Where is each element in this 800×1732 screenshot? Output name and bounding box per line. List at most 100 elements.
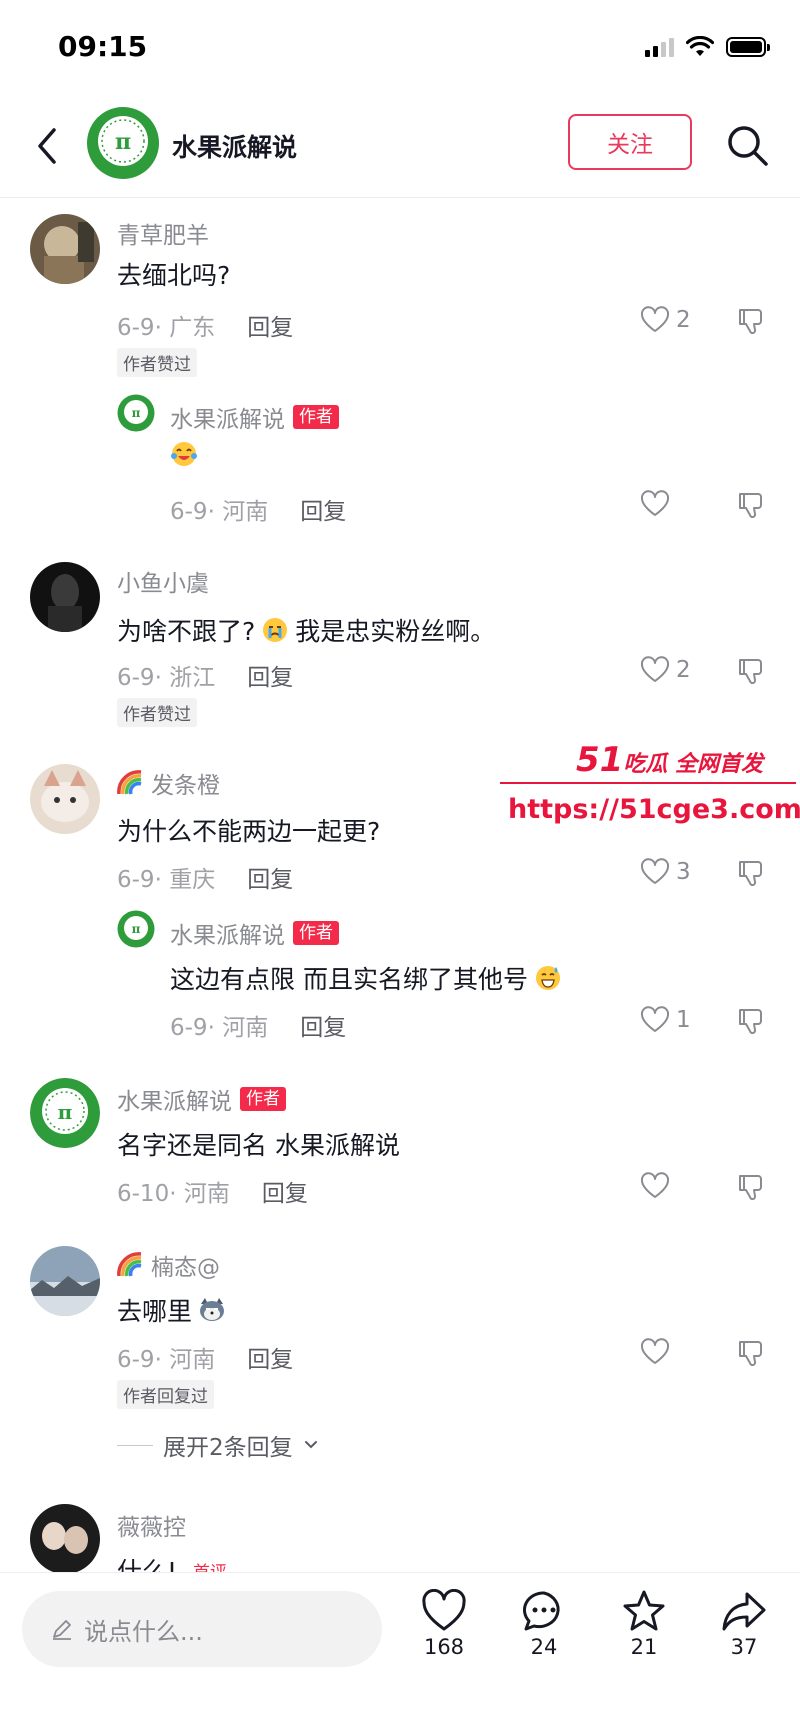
heart-icon (422, 1589, 466, 1631)
comment-meta: 6-9· 广东 回复 (117, 315, 294, 341)
comment-meta: 6-9· 重庆 回复 (117, 867, 294, 893)
channel-title: 水果派解说 (172, 133, 298, 162)
comment-author[interactable]: 发条橙 (117, 766, 220, 800)
comment-meta: 6-9· 河南 回复 (117, 1347, 294, 1373)
heart-icon (640, 1006, 670, 1032)
wifi-icon (686, 36, 714, 56)
heart-icon (640, 858, 670, 884)
star-icon (623, 1590, 665, 1631)
reply-button[interactable]: 回复 (262, 1181, 308, 1207)
dislike-icon[interactable] (736, 490, 766, 520)
crying-emoji (263, 618, 288, 642)
avatar[interactable]: π (30, 1078, 100, 1148)
avatar[interactable] (30, 1504, 100, 1574)
comment-input[interactable]: 说点什么... (22, 1591, 382, 1667)
comment-text: 为啥不跟了? 我是忠实粉丝啊。 (117, 617, 496, 646)
like-button[interactable]: 3 (640, 858, 691, 886)
dislike-icon[interactable] (736, 858, 766, 888)
comment-text: 为什么不能两边一起更? (117, 817, 381, 846)
svg-text:π: π (115, 129, 131, 155)
avatar[interactable] (30, 562, 100, 632)
share-action[interactable]: 37 (709, 1589, 779, 1659)
comment-author[interactable]: 水果派解说 作者 (117, 1082, 286, 1116)
comment-action[interactable]: 24 (509, 1589, 579, 1659)
comment-text: 去哪里 (117, 1292, 226, 1328)
reply-meta: 6-9· 河南 回复 (170, 1015, 347, 1041)
comment-author[interactable]: 青草肥羊 (117, 216, 209, 250)
comment-text: 名字还是同名 水果派解说 (117, 1131, 400, 1160)
like-action[interactable]: 168 (409, 1589, 479, 1659)
reply-text (170, 440, 198, 468)
like-button[interactable]: 2 (640, 306, 691, 334)
dislike-icon[interactable] (736, 306, 766, 336)
favorite-action[interactable]: 21 (609, 1589, 679, 1659)
reply-author[interactable]: 水果派解说 作者 (170, 400, 339, 434)
like-button[interactable] (640, 1338, 670, 1366)
reply-author[interactable]: 水果派解说 作者 (170, 916, 339, 950)
status-time: 09:15 (58, 30, 148, 63)
comment-meta: 6-10· 河南 回复 (117, 1181, 308, 1207)
heart-icon (640, 306, 670, 332)
avatar[interactable] (30, 214, 100, 284)
reply-button[interactable]: 回复 (247, 665, 293, 691)
reply-button[interactable]: 回复 (247, 315, 293, 341)
author-liked-badge: 作者赞过 (117, 348, 197, 377)
comment-text: 去缅北吗? (117, 261, 231, 290)
reply-avatar[interactable]: π (117, 394, 155, 432)
rainbow-emoji (117, 1252, 142, 1277)
bottom-bar: 说点什么... 168 24 21 37 (0, 1572, 800, 1732)
like-button[interactable] (640, 1172, 670, 1200)
avatar[interactable] (30, 764, 100, 834)
signal-icon (645, 37, 674, 57)
author-tag: 作者 (293, 405, 339, 429)
comment-bubble-icon (522, 1591, 560, 1631)
reply-avatar[interactable]: π (117, 910, 155, 948)
author-liked-badge: 作者赞过 (117, 698, 197, 727)
follow-button[interactable]: 关注 (568, 114, 692, 170)
watermark: 51吃瓜 全网首发 https://51cge3.com (500, 740, 800, 840)
search-icon[interactable] (724, 122, 770, 168)
dislike-icon[interactable] (736, 1006, 766, 1036)
heart-icon (640, 656, 670, 682)
heart-icon (640, 1172, 670, 1198)
dislike-icon[interactable] (736, 656, 766, 686)
reply-text: 这边有点限 而且实名绑了其他号 (170, 960, 562, 996)
author-replied-badge: 作者回复过 (117, 1380, 214, 1409)
svg-text:π: π (132, 406, 141, 420)
back-icon[interactable] (28, 122, 68, 170)
status-icons (645, 36, 770, 58)
divider (117, 1444, 153, 1446)
status-bar: 09:15 (0, 0, 800, 100)
reply-button[interactable]: 回复 (247, 1347, 293, 1373)
comment-author[interactable]: 小鱼小虞 (117, 564, 209, 598)
battery-icon (726, 37, 770, 57)
like-button[interactable]: 2 (640, 656, 691, 684)
reply-button[interactable]: 回复 (300, 1015, 346, 1041)
watermark-title: 51吃瓜 全网首发 (576, 740, 763, 780)
dislike-icon[interactable] (736, 1338, 766, 1368)
like-button[interactable]: 1 (640, 1006, 691, 1034)
reply-button[interactable]: 回复 (247, 867, 293, 893)
reply-button[interactable]: 回复 (300, 499, 346, 525)
svg-text:π: π (132, 922, 141, 936)
comment-author[interactable]: 薇薇控 (117, 1508, 186, 1542)
chevron-down-icon (304, 1441, 317, 1449)
comment-meta: 6-9· 浙江 回复 (117, 665, 294, 691)
rainbow-emoji (117, 770, 142, 795)
pencil-icon (53, 1620, 71, 1640)
grinning-sweat-emoji (535, 966, 560, 990)
avatar[interactable] (30, 1246, 100, 1316)
header: π 水果派解说 关注 (0, 100, 800, 198)
husky-emoji (200, 1298, 225, 1321)
share-icon (722, 1592, 766, 1631)
like-button[interactable] (640, 490, 670, 518)
expand-replies-button[interactable]: 展开2条回复 (117, 1428, 319, 1462)
heart-icon (640, 1338, 670, 1364)
dislike-icon[interactable] (736, 1172, 766, 1202)
watermark-divider (500, 782, 796, 784)
watermark-url: https://51cge3.com (508, 794, 800, 825)
comment-author[interactable]: 楠态@ (117, 1248, 220, 1282)
channel-avatar[interactable]: π (86, 106, 160, 180)
crying-laughing-emoji (171, 442, 197, 466)
author-tag: 作者 (240, 1087, 286, 1111)
